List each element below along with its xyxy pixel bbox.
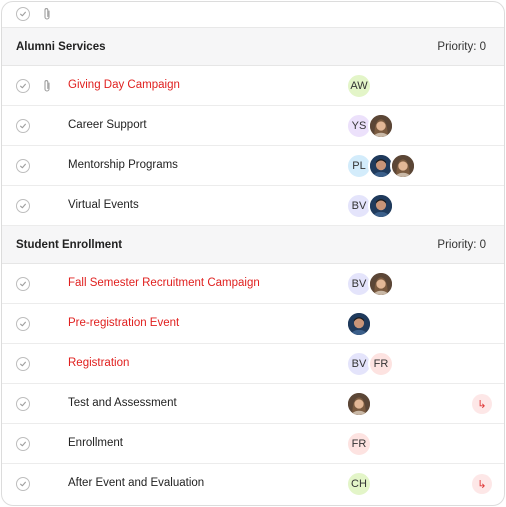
complete-task-icon[interactable] xyxy=(16,119,30,133)
complete-task-icon[interactable] xyxy=(16,437,30,451)
task-row[interactable]: Registration BV FR xyxy=(2,344,504,384)
avatar-initials: BV xyxy=(351,278,367,290)
task-row[interactable]: Career Support YS xyxy=(2,106,504,146)
task-name[interactable]: Test and Assessment xyxy=(68,397,177,409)
avatar-initials: CH xyxy=(351,478,367,490)
task-name[interactable]: After Event and Evaluation xyxy=(68,477,204,489)
avatar-photo[interactable] xyxy=(368,193,394,219)
task-row[interactable]: Enrollment FR xyxy=(2,424,504,464)
avatar-initials: FR xyxy=(373,358,389,370)
group-header[interactable]: Alumni Services Priority: 0 xyxy=(2,28,504,66)
complete-task-icon[interactable] xyxy=(16,317,30,331)
task-row[interactable]: After Event and Evaluation CH ↳ xyxy=(2,464,504,504)
group-title: Student Enrollment xyxy=(16,239,123,251)
check-circle-icon[interactable] xyxy=(16,7,30,21)
task-row[interactable]: Fall Semester Recruitment Campaign BV xyxy=(2,264,504,304)
avatar-initials: PL xyxy=(352,160,366,172)
avatar-photo[interactable] xyxy=(368,271,394,297)
assignee-list: BV xyxy=(346,271,394,297)
task-name[interactable]: Fall Semester Recruitment Campaign xyxy=(68,277,260,289)
avatar-initials: BV xyxy=(351,200,367,212)
avatar-photo[interactable] xyxy=(346,311,372,337)
assignee-list: YS xyxy=(346,113,394,139)
avatar-initials: BV xyxy=(351,358,367,370)
task-row[interactable]: Virtual Events BV xyxy=(2,186,504,226)
task-row[interactable]: Mentorship Programs PL xyxy=(2,146,504,186)
avatar-photo[interactable] xyxy=(368,113,394,139)
task-name[interactable]: Giving Day Campaign xyxy=(68,79,180,91)
task-list-card: Alumni Services Priority: 0 Giving Day Cam… xyxy=(1,1,505,506)
task-name[interactable]: Mentorship Programs xyxy=(68,159,178,171)
assignee-list xyxy=(346,311,372,337)
complete-task-icon[interactable] xyxy=(16,159,30,173)
task-name[interactable]: Career Support xyxy=(68,119,147,131)
complete-task-icon[interactable] xyxy=(16,79,30,93)
task-name[interactable]: Registration xyxy=(68,357,129,369)
complete-task-icon[interactable] xyxy=(16,357,30,371)
task-row[interactable]: Giving Day Campaign AW xyxy=(2,66,504,106)
assignee-list: FR xyxy=(346,431,372,457)
task-name[interactable]: Pre-registration Event xyxy=(68,317,179,329)
complete-task-icon[interactable] xyxy=(16,277,30,291)
avatar-initials: FR xyxy=(351,438,367,450)
group-header[interactable]: Student Enrollment Priority: 0 xyxy=(2,226,504,264)
avatar-photo[interactable] xyxy=(346,391,372,417)
task-name[interactable]: Enrollment xyxy=(68,437,123,449)
task-groups: Alumni Services Priority: 0 Giving Day Cam… xyxy=(2,28,504,504)
complete-task-icon[interactable] xyxy=(16,199,30,213)
assignee-list: BV xyxy=(346,193,394,219)
paperclip-icon[interactable] xyxy=(42,7,52,21)
task-row[interactable]: Test and Assessment ↳ xyxy=(2,384,504,424)
subtask-arrow-icon[interactable]: ↳ xyxy=(472,474,492,494)
paperclip-icon[interactable] xyxy=(42,79,52,93)
subtask-arrow-icon[interactable]: ↳ xyxy=(472,394,492,414)
group-priority: Priority: 0 xyxy=(437,239,486,251)
assignee-list: AW xyxy=(346,73,372,99)
complete-task-icon[interactable] xyxy=(16,397,30,411)
list-toolbar xyxy=(2,2,504,28)
assignee-list: BV FR xyxy=(346,351,394,377)
avatar[interactable]: FR xyxy=(368,351,394,377)
group-priority: Priority: 0 xyxy=(437,41,486,53)
avatar-photo[interactable] xyxy=(390,153,416,179)
avatar[interactable]: AW xyxy=(346,73,372,99)
avatar-initials: YS xyxy=(351,120,367,132)
task-row[interactable]: Pre-registration Event xyxy=(2,304,504,344)
assignee-list xyxy=(346,391,372,417)
avatar[interactable]: CH xyxy=(346,471,372,497)
group-title: Alumni Services xyxy=(16,41,106,53)
complete-task-icon[interactable] xyxy=(16,477,30,491)
task-name[interactable]: Virtual Events xyxy=(68,199,139,211)
avatar-initials: AW xyxy=(350,80,368,92)
assignee-list: PL xyxy=(346,153,416,179)
assignee-list: CH xyxy=(346,471,372,497)
avatar[interactable]: FR xyxy=(346,431,372,457)
